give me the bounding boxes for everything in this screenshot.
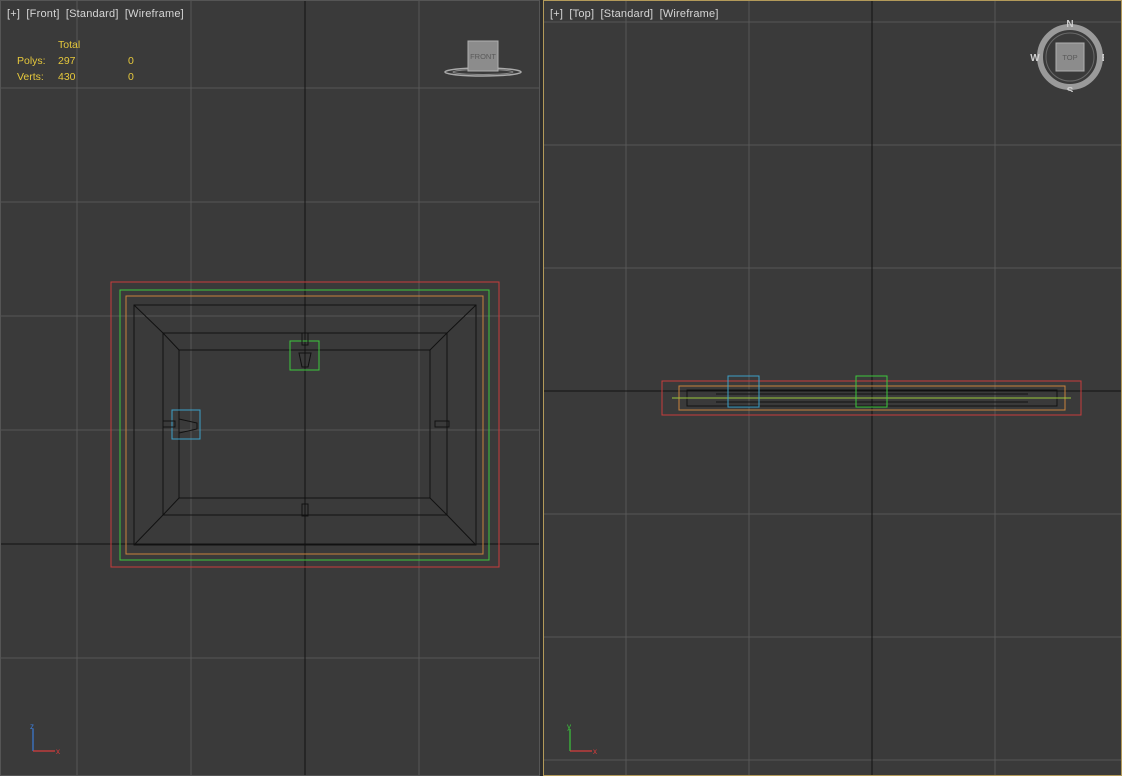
top-plus-menu[interactable]: [+] — [550, 8, 563, 20]
front-viewport-label[interactable]: [+] [Front] [Standard] [Wireframe] — [7, 8, 187, 20]
top-axis-tripod: y x — [567, 722, 597, 756]
top-axis-y-label: y — [567, 722, 571, 731]
front-plus-menu[interactable]: [+] — [7, 8, 20, 20]
front-view-menu[interactable]: [Front] — [26, 8, 59, 20]
front-viewcube-label: FRONT — [470, 52, 496, 61]
top-viewcube-label: TOP — [1062, 53, 1077, 62]
front-display-menu[interactable]: [Wireframe] — [125, 8, 184, 20]
stats-row-polys: Polys: 297 0 — [17, 55, 157, 71]
stats-verts-total: 430 — [58, 71, 76, 83]
stats-row-verts: Verts: 430 0 — [17, 71, 157, 87]
front-axis-tripod: z x — [30, 722, 60, 756]
top-display-menu[interactable]: [Wireframe] — [660, 8, 719, 20]
front-axis-x-label: x — [56, 747, 60, 756]
compass-south-label: S — [1067, 86, 1074, 92]
front-shading-menu[interactable]: [Standard] — [66, 8, 119, 20]
stats-verts-selected: 0 — [128, 71, 134, 83]
stats-polys-total: 297 — [58, 55, 76, 67]
stats-total-header: Total — [58, 39, 81, 51]
front-cyan-helper — [171, 409, 201, 440]
top-viewcube-compass[interactable]: TOP N S E W — [1030, 18, 1104, 92]
compass-east-label: E — [1102, 53, 1104, 64]
compass-north-label: N — [1066, 19, 1073, 30]
stats-polys-selected: 0 — [128, 55, 134, 67]
statistics-overlay: Total Polys: 297 0 Verts: 430 0 — [17, 39, 157, 87]
front-axis-z-label: z — [30, 722, 34, 731]
top-axis-x-label: x — [593, 747, 597, 756]
front-grid — [1, 1, 539, 775]
top-view-menu[interactable]: [Top] — [569, 8, 594, 20]
front-viewcube[interactable]: FRONT — [441, 39, 525, 99]
front-viewport[interactable]: [+] [Front] [Standard] [Wireframe] Total… — [0, 0, 540, 776]
top-grid — [544, 1, 1121, 775]
top-viewport-label[interactable]: [+] [Top] [Standard] [Wireframe] — [550, 8, 722, 20]
top-viewport[interactable]: [+] [Top] [Standard] [Wireframe] TOP N S… — [543, 0, 1122, 776]
stats-polys-label: Polys: — [17, 55, 46, 67]
compass-west-label: W — [1030, 53, 1040, 64]
stats-verts-label: Verts: — [17, 71, 44, 83]
top-shading-menu[interactable]: [Standard] — [601, 8, 654, 20]
